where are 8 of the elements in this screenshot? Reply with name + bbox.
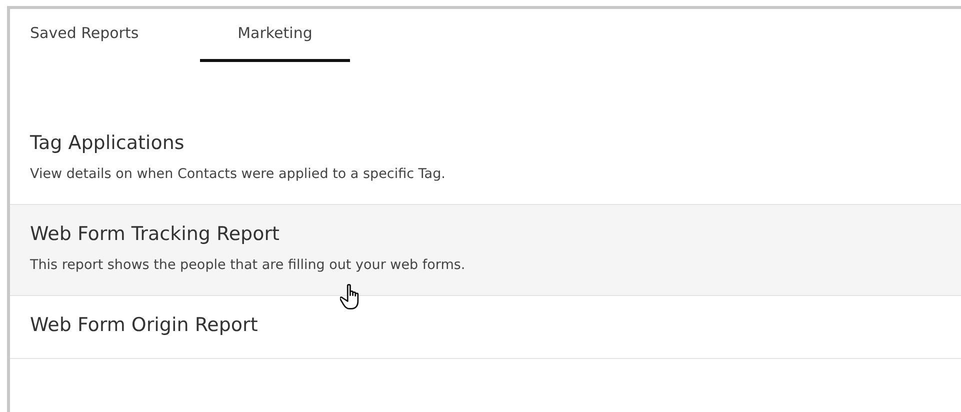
tab[interactable]: Marketing [200,9,350,62]
report-title: Web Form Tracking Report [30,223,280,245]
report-title: Tag Applications [30,132,186,154]
tab[interactable]: Saved Reports [30,9,180,62]
report-item[interactable]: Web Form Origin Report [10,296,961,359]
report-title: Web Form Origin Report [30,314,259,336]
report-description: View details on when Contacts were applied to a specific Tag. [30,166,446,182]
report-description: This report shows the people that are filling out your web forms. [30,257,466,273]
